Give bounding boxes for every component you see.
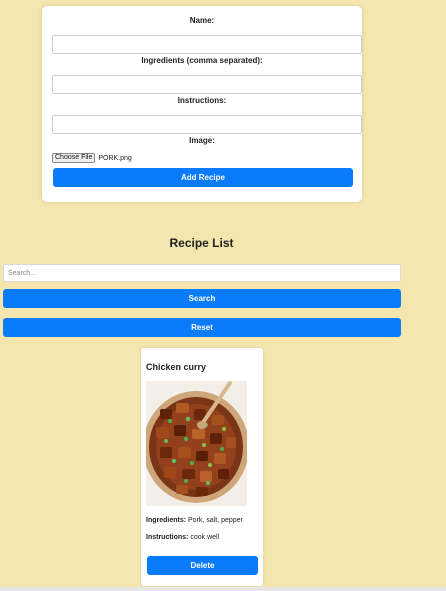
instructions-label: Instructions:	[177, 96, 227, 105]
recipe-ingredients-value: Pork, salt, pepper	[188, 517, 243, 524]
selected-file-name: PORK.png	[98, 154, 132, 162]
recipe-instructions: Instructions: cook well	[146, 534, 219, 541]
recipe-card: Chicken curry Ingredients: Pork, salt, p…	[141, 348, 263, 586]
image-file-input[interactable]: Choose File PORK.png	[52, 153, 132, 163]
choose-file-button[interactable]: Choose File	[52, 153, 96, 163]
recipe-ingredients: Ingredients: Pork, salt, pepper	[146, 517, 243, 524]
recipe-instructions-label: Instructions:	[146, 534, 189, 541]
recipe-list-title: Recipe List	[169, 236, 234, 250]
recipe-title: Chicken curry	[146, 362, 207, 372]
add-recipe-form: Name: Ingredients (comma separated): Ins…	[42, 6, 362, 202]
image-label: Image:	[189, 136, 215, 145]
bottom-scrollbar[interactable]	[0, 587, 446, 591]
recipe-ingredients-label: Ingredients:	[146, 517, 187, 524]
instructions-input[interactable]	[52, 115, 362, 134]
search-button[interactable]: Search	[3, 289, 401, 308]
ingredients-input[interactable]	[52, 75, 362, 94]
name-label: Name:	[189, 16, 215, 25]
recipe-instructions-value: cook well	[190, 534, 220, 541]
add-recipe-button[interactable]: Add Recipe	[53, 168, 353, 187]
recipe-image	[146, 381, 247, 506]
delete-button[interactable]: Delete	[147, 556, 258, 575]
ingredients-label: Ingredients (comma separated):	[141, 56, 263, 65]
search-input[interactable]: Search...	[3, 264, 401, 282]
search-placeholder: Search...	[8, 269, 37, 277]
name-input[interactable]	[52, 35, 362, 54]
reset-button[interactable]: Reset	[3, 318, 401, 337]
